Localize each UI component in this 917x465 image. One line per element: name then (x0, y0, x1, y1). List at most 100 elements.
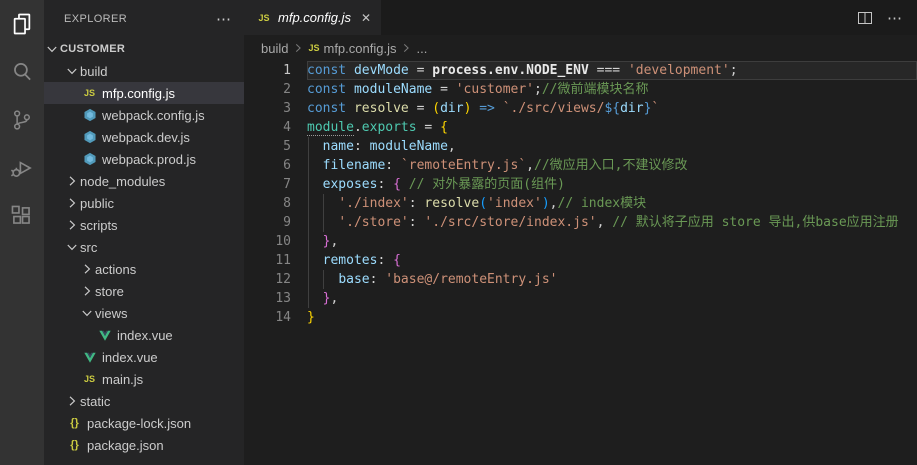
code-line-content[interactable]: } (307, 308, 917, 327)
code-line[interactable]: 4module.exports = { (244, 118, 917, 137)
tree-item[interactable]: webpack.config.js (44, 104, 244, 126)
code-line[interactable]: 2const moduleName = 'customer';//微前端模块名称 (244, 80, 917, 99)
tree-item[interactable]: scripts (44, 214, 244, 236)
chevron-down-icon (44, 41, 60, 57)
line-number[interactable]: 7 (244, 175, 307, 194)
tree-item-label: public (80, 196, 114, 211)
code-line[interactable]: 6 filename: `remoteEntry.js`,//微应用入口,不建议… (244, 156, 917, 175)
code-line-content[interactable]: './index': resolve('index'),// index模块 (307, 194, 917, 213)
tree-item[interactable]: static (44, 390, 244, 412)
close-icon[interactable]: ✕ (361, 11, 371, 25)
code-token: module (307, 120, 354, 136)
indent-guide (308, 232, 309, 251)
tree-item-label: src (80, 240, 97, 255)
code-token: : (354, 139, 370, 154)
indent-guide (308, 213, 309, 232)
code-line-content[interactable]: }, (307, 289, 917, 308)
tree-item[interactable]: JSmain.js (44, 368, 244, 390)
js-icon: JS (81, 85, 98, 101)
activitybar-search[interactable] (0, 48, 44, 96)
code-line[interactable]: 3const resolve = (dir) => `./src/views/$… (244, 99, 917, 118)
tree-item[interactable]: {}package-lock.json (44, 412, 244, 434)
line-number[interactable]: 10 (244, 232, 307, 251)
code-token (307, 139, 323, 154)
code-token: 'development' (628, 63, 730, 78)
tree-root-customer[interactable]: CUSTOMER (44, 38, 244, 60)
code-line-content[interactable]: exposes: { // 对外暴露的页面(组件) (307, 175, 917, 194)
code-line-content[interactable]: name: moduleName, (307, 137, 917, 156)
code-line-content[interactable]: './store': './src/store/index.js', // 默认… (307, 213, 917, 232)
activitybar-extensions[interactable] (0, 192, 44, 240)
breadcrumb-item[interactable]: ... (416, 41, 427, 56)
js-icon: JS (308, 43, 319, 53)
split-editor-icon[interactable] (857, 10, 873, 26)
tree-item-label: index.vue (102, 350, 158, 365)
code-editor[interactable]: 1const devMode = process.env.NODE_ENV ==… (244, 61, 917, 465)
line-number[interactable]: 14 (244, 308, 307, 327)
code-token: } (307, 310, 315, 325)
line-number[interactable]: 9 (244, 213, 307, 232)
line-number[interactable]: 6 (244, 156, 307, 175)
code-token: : (377, 253, 393, 268)
tree-item[interactable]: node_modules (44, 170, 244, 192)
activitybar-run-and-debug[interactable] (0, 144, 44, 192)
code-token: resolve (354, 101, 409, 116)
code-line-content[interactable]: }, (307, 232, 917, 251)
breadcrumb-item[interactable]: build (261, 41, 288, 56)
line-number[interactable]: 1 (244, 61, 307, 80)
tree-item[interactable]: store (44, 280, 244, 302)
code-line[interactable]: 9 './store': './src/store/index.js', // … (244, 213, 917, 232)
code-line-content[interactable]: filename: `remoteEntry.js`,//微应用入口,不建议修改 (307, 156, 917, 175)
code-line-content[interactable]: const moduleName = 'customer';//微前端模块名称 (307, 80, 917, 99)
tree-item[interactable]: index.vue (44, 324, 244, 346)
code-line[interactable]: 12 base: 'base@/remoteEntry.js' (244, 270, 917, 289)
tree-item[interactable]: build (44, 60, 244, 82)
code-token: { (440, 120, 448, 135)
more-actions-icon[interactable]: ⋯ (216, 10, 232, 28)
code-line[interactable]: 13 }, (244, 289, 917, 308)
line-number[interactable]: 4 (244, 118, 307, 137)
webpack-icon (81, 107, 98, 123)
line-number[interactable]: 5 (244, 137, 307, 156)
breadcrumb-item[interactable]: JSmfp.config.js (308, 41, 396, 56)
breadcrumb: build JSmfp.config.js... (244, 35, 917, 61)
tree-item[interactable]: src (44, 236, 244, 258)
code-line-content[interactable]: const devMode = process.env.NODE_ENV ===… (307, 61, 917, 80)
tree-item-label: actions (95, 262, 136, 277)
tree-item[interactable]: views (44, 302, 244, 324)
chevron-right-icon (64, 173, 80, 189)
tree-item[interactable]: webpack.dev.js (44, 126, 244, 148)
code-line[interactable]: 10 }, (244, 232, 917, 251)
code-line[interactable]: 11 remotes: { (244, 251, 917, 270)
line-number[interactable]: 2 (244, 80, 307, 99)
code-token: ( (432, 101, 440, 116)
webpack-icon (81, 151, 98, 167)
code-line[interactable]: 8 './index': resolve('index'),// index模块 (244, 194, 917, 213)
code-line-content[interactable]: module.exports = { (307, 118, 917, 137)
tree-item[interactable]: actions (44, 258, 244, 280)
code-line[interactable]: 1const devMode = process.env.NODE_ENV ==… (244, 61, 917, 80)
code-token: ${ (604, 101, 620, 116)
tab-bar: JSmfp.config.js✕ ⋯ (244, 0, 917, 35)
line-number[interactable]: 8 (244, 194, 307, 213)
tree-item[interactable]: webpack.prod.js (44, 148, 244, 170)
tab-mfp-config[interactable]: JSmfp.config.js✕ (244, 0, 381, 35)
code-line[interactable]: 5 name: moduleName, (244, 137, 917, 156)
activitybar-explorer[interactable] (0, 0, 44, 48)
tree-item-label: index.vue (117, 328, 173, 343)
line-number[interactable]: 12 (244, 270, 307, 289)
line-number[interactable]: 3 (244, 99, 307, 118)
line-number[interactable]: 13 (244, 289, 307, 308)
activitybar-source-control[interactable] (0, 96, 44, 144)
tree-item[interactable]: {}package.json (44, 434, 244, 456)
code-line[interactable]: 7 exposes: { // 对外暴露的页面(组件) (244, 175, 917, 194)
code-line-content[interactable]: base: 'base@/remoteEntry.js' (307, 270, 917, 289)
code-line-content[interactable]: const resolve = (dir) => `./src/views/${… (307, 99, 917, 118)
code-line-content[interactable]: remotes: { (307, 251, 917, 270)
tree-item[interactable]: public (44, 192, 244, 214)
line-number[interactable]: 11 (244, 251, 307, 270)
tree-item[interactable]: JSmfp.config.js (44, 82, 244, 104)
code-line[interactable]: 14} (244, 308, 917, 327)
more-actions-icon[interactable]: ⋯ (887, 9, 903, 27)
tree-item[interactable]: index.vue (44, 346, 244, 368)
